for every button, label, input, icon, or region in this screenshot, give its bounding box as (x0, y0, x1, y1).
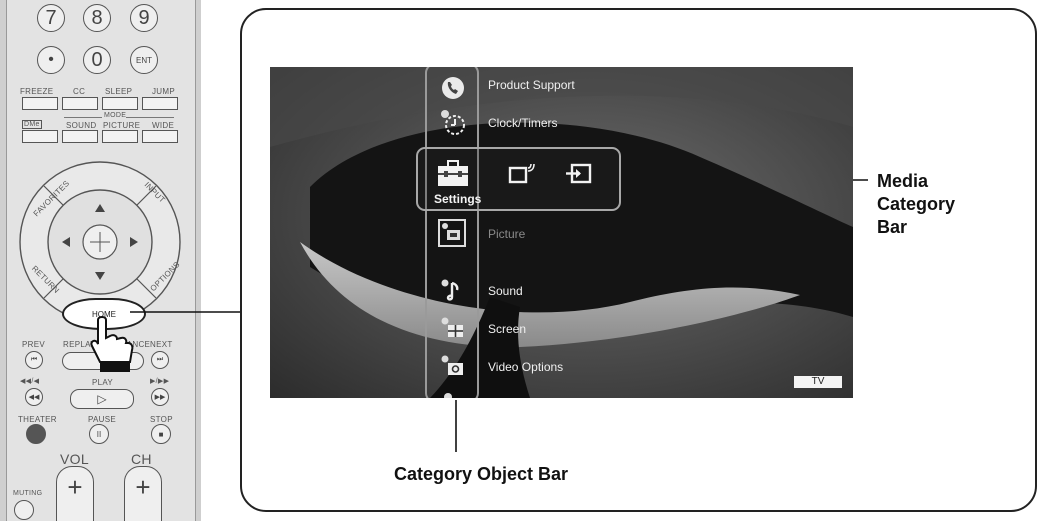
video-options-icon (441, 355, 463, 375)
menu-item-sound[interactable]: Sound (488, 284, 523, 298)
category-object-bar-label: Category Object Bar (394, 464, 569, 484)
whale-background-image (270, 67, 853, 398)
menu-item-product-support[interactable]: Product Support (488, 78, 575, 92)
settings-label: Settings (434, 192, 482, 206)
toolbox-icon[interactable] (436, 160, 470, 188)
tv-screen: Product Support Clock/Timers Picture Sou… (270, 67, 853, 398)
picture-icon (442, 223, 460, 240)
menu-item-picture[interactable]: Picture (488, 227, 525, 241)
more-items-icon (444, 393, 452, 398)
clock-icon (441, 110, 465, 135)
source-badge: TV (794, 376, 842, 388)
source-badge-label: TV (811, 376, 825, 387)
menu-item-video-options[interactable]: Video Options (488, 360, 563, 374)
media-category-bar-label-line2: Category (877, 194, 956, 214)
media-category-bar-label: Media Category Bar (877, 170, 955, 239)
screen-icon (441, 317, 463, 337)
phone-icon (442, 77, 464, 99)
input-icon[interactable] (564, 163, 594, 185)
menu-item-clock-timers[interactable]: Clock/Timers (488, 116, 558, 130)
media-category-bar-label-line3: Bar (877, 217, 908, 237)
tv-signal-icon[interactable] (507, 162, 535, 186)
music-note-icon (441, 279, 459, 301)
menu-item-screen[interactable]: Screen (488, 322, 526, 336)
media-category-bar-label-line1: Media (877, 171, 929, 191)
